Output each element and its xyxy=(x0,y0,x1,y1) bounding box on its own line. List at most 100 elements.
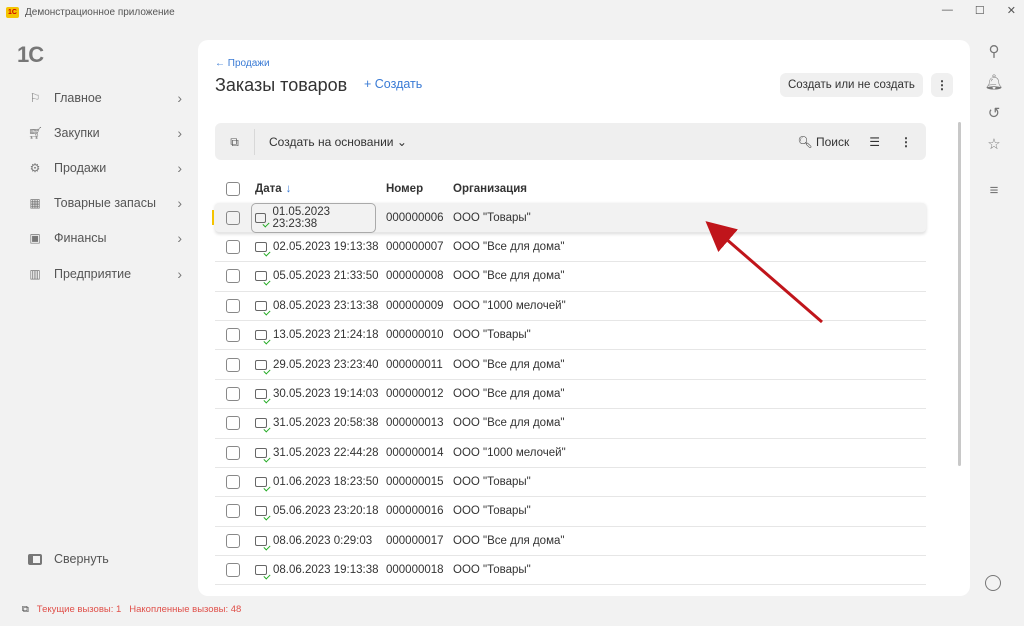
table-row[interactable]: 05.06.2023 23:20:18 000000016 ООО "Товары" xyxy=(215,497,926,527)
bell-icon[interactable]: 🔔︎ xyxy=(984,73,1003,91)
cell-number: 000000010 xyxy=(386,329,444,342)
cell-date: 05.06.2023 23:20:18 xyxy=(273,505,379,518)
main-panel: ← Продажи Заказы товаров + Создать Созда… xyxy=(198,40,970,596)
row-checkbox[interactable] xyxy=(226,210,240,225)
cell-org: ООО "Товары" xyxy=(453,211,531,224)
menu-icon[interactable]: ≡ xyxy=(990,182,999,199)
table-row[interactable]: 08.06.2023 0:29:03 000000017 ООО "Все для … xyxy=(215,527,926,557)
document-posted-icon xyxy=(255,241,267,252)
document-posted-icon xyxy=(255,300,267,311)
user-avatar-icon[interactable] xyxy=(985,575,1001,591)
document-posted-icon xyxy=(255,212,267,223)
cell-date: 30.05.2023 19:14:03 xyxy=(273,387,379,400)
row-checkbox[interactable] xyxy=(226,416,240,431)
history-icon[interactable]: ↺ xyxy=(988,104,1001,122)
select-all-checkbox[interactable] xyxy=(226,181,240,196)
right-rail: ⚲ 🔔︎ ↺ ☆ ≡ xyxy=(983,42,1005,199)
search-label: Поиск xyxy=(815,134,850,149)
table-row[interactable]: 01.05.2023 23:23:38 000000006 ООО "Товары" xyxy=(212,202,926,233)
table-row[interactable]: 30.05.2023 19:14:03 000000012 ООО "Все для… xyxy=(215,380,926,410)
toolbar: ⧉ Создать на основании ⌄ 🔍︎ Поиск ☰ ⋮ xyxy=(215,123,926,160)
row-checkbox[interactable] xyxy=(226,386,240,401)
cell-date: 02.05.2023 19:13:38 xyxy=(273,240,379,253)
create-based-on-button[interactable]: Создать на основании ⌄ xyxy=(269,135,407,149)
scrollbar[interactable] xyxy=(958,122,961,466)
table-row[interactable]: 05.05.2023 21:33:50 000000008 ООО "Все для… xyxy=(215,262,926,292)
sidebar-item-label: Финансы xyxy=(54,231,107,246)
header-org[interactable]: Организация xyxy=(453,183,527,195)
search-icon: 🔍︎ xyxy=(797,134,813,149)
cell-number: 000000008 xyxy=(386,270,444,283)
search-icon[interactable]: ⚲ xyxy=(989,42,1000,60)
row-checkbox[interactable] xyxy=(226,504,240,519)
table-row[interactable]: 13.05.2023 21:24:18 000000010 ООО "Товары" xyxy=(215,321,926,351)
chevron-right-icon: › xyxy=(177,124,182,141)
row-checkbox[interactable] xyxy=(226,475,240,490)
collapse-button[interactable]: Свернуть xyxy=(28,552,109,566)
table-row[interactable]: 02.05.2023 19:13:38 000000007 ООО "Все для… xyxy=(215,233,926,263)
row-checkbox[interactable] xyxy=(226,269,240,284)
chevron-right-icon: › xyxy=(177,195,182,212)
minimize-button[interactable]: — xyxy=(942,4,953,17)
current-calls: Текущие вызовы: 1 xyxy=(36,604,122,615)
sidebar-item[interactable]: ▦ Товарные запасы › xyxy=(22,186,182,221)
cell-org: ООО "Товары" xyxy=(453,329,531,342)
document-posted-icon xyxy=(255,359,267,370)
table-row[interactable]: 08.06.2023 19:13:38 000000018 ООО "Товары" xyxy=(215,556,926,586)
chevron-right-icon: › xyxy=(177,265,182,282)
filter-icon[interactable]: ☰ xyxy=(869,135,880,149)
maximize-button[interactable]: ☐ xyxy=(975,4,985,17)
orders-table: Дата ↓ Номер Организация 01.05.2023 23:23… xyxy=(212,174,926,586)
row-checkbox[interactable] xyxy=(226,239,240,254)
search-button[interactable]: 🔍︎ Поиск xyxy=(797,135,849,149)
sidebar-item[interactable]: ⚙ Продажи › xyxy=(22,150,182,185)
row-checkbox[interactable] xyxy=(226,563,240,578)
more-icon[interactable]: ⋮ xyxy=(931,73,953,97)
cell-number: 000000017 xyxy=(386,534,444,547)
app-logo: 1С xyxy=(6,6,19,18)
table-row[interactable]: 29.05.2023 23:23:40 000000011 ООО "Все для… xyxy=(215,350,926,380)
sidebar-item[interactable]: 🛒︎ Закупки › xyxy=(22,115,182,150)
row-checkbox[interactable] xyxy=(226,328,240,343)
sidebar-item-label: Предприятие xyxy=(54,266,132,281)
document-posted-icon xyxy=(255,447,267,458)
wallet-icon: ▣ xyxy=(29,231,41,246)
cell-org: ООО "Все для дома" xyxy=(453,358,565,371)
table-row[interactable]: 08.05.2023 23:13:38 000000009 ООО "1000 ме… xyxy=(215,292,926,321)
row-checkbox[interactable] xyxy=(226,445,240,460)
table-row[interactable]: 31.05.2023 20:58:38 000000013 ООО "Все для… xyxy=(215,409,926,439)
copy-icon[interactable]: ⧉ xyxy=(215,128,255,155)
sidebar-item[interactable]: ⚐ Главное › xyxy=(22,80,182,115)
sales-icon: ⚙ xyxy=(29,160,41,175)
document-posted-icon xyxy=(255,388,267,399)
cell-date: 08.06.2023 0:29:03 xyxy=(273,534,373,547)
sidebar-item[interactable]: ▣ Финансы › xyxy=(22,221,182,256)
back-link[interactable]: ← Продажи xyxy=(215,58,270,69)
row-checkbox[interactable] xyxy=(226,357,240,372)
table-row[interactable]: 31.05.2023 22:44:28 000000014 ООО "1000 ме… xyxy=(215,439,926,468)
chevron-right-icon: › xyxy=(177,230,182,247)
cell-org: ООО "Товары" xyxy=(453,476,531,489)
cell-org: ООО "Все для дома" xyxy=(453,387,565,400)
sidebar-item-label: Товарные запасы xyxy=(54,196,156,211)
create-or-not-button[interactable]: Создать или не создать xyxy=(780,73,923,97)
cell-number: 000000007 xyxy=(386,240,444,253)
row-checkbox[interactable] xyxy=(226,298,240,313)
cell-date: 13.05.2023 21:24:18 xyxy=(273,329,379,342)
cell-number: 000000015 xyxy=(386,476,444,489)
cell-date: 31.05.2023 20:58:38 xyxy=(273,417,379,430)
cell-org: ООО "1000 мелочей" xyxy=(453,446,566,459)
document-posted-icon xyxy=(255,535,267,546)
table-row[interactable]: 01.06.2023 18:23:50 000000015 ООО "Товары" xyxy=(215,468,926,498)
header-date[interactable]: Дата ↓ xyxy=(255,183,386,195)
more-icon[interactable]: ⋮ xyxy=(900,135,912,149)
create-button[interactable]: + Создать xyxy=(364,77,422,91)
star-icon[interactable]: ☆ xyxy=(987,135,1000,153)
accumulated-calls: Накопленные вызовы: 48 xyxy=(129,604,242,615)
cell-org: ООО "Товары" xyxy=(453,505,531,518)
header-number[interactable]: Номер xyxy=(386,183,453,195)
sidebar-item[interactable]: ▥ Предприятие › xyxy=(22,256,182,291)
row-checkbox[interactable] xyxy=(226,533,240,548)
cell-number: 000000012 xyxy=(386,387,444,400)
close-button[interactable]: ✕ xyxy=(1007,4,1016,17)
